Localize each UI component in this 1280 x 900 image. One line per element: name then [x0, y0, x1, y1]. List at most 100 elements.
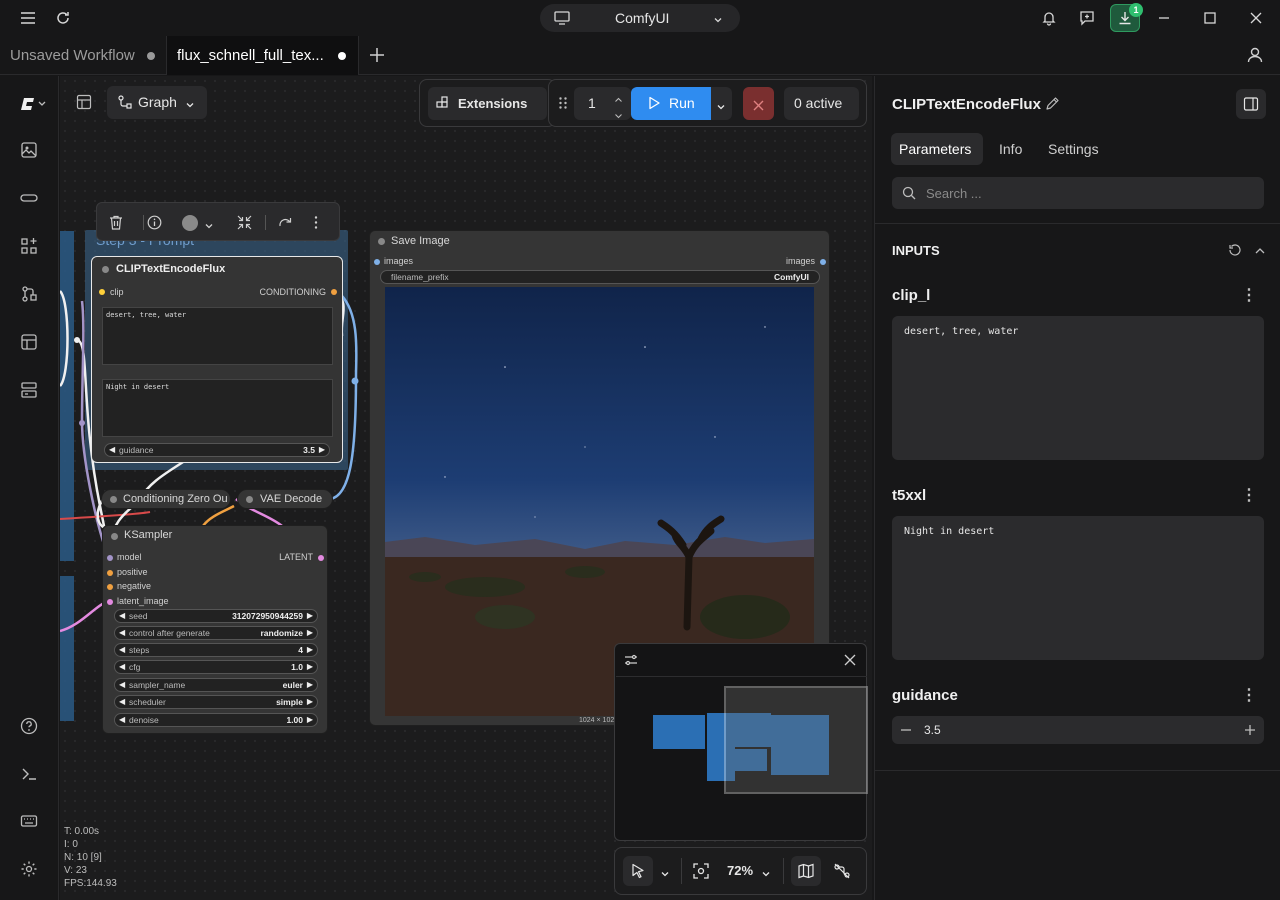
plus-icon[interactable]	[1244, 723, 1256, 741]
decrement-arrow-icon[interactable]: ◀	[119, 628, 125, 637]
latent-output-port[interactable]	[318, 555, 324, 561]
negative-input-port[interactable]	[107, 584, 113, 590]
models-icon[interactable]	[17, 186, 41, 210]
chevron-down-icon[interactable]	[761, 866, 771, 884]
maximize-icon[interactable]	[1198, 6, 1222, 30]
queue-icon[interactable]	[17, 378, 41, 402]
clip-l-textarea[interactable]: desert, tree, water	[102, 307, 333, 365]
increment-arrow-icon[interactable]: ▶	[307, 715, 313, 724]
minimap-panel[interactable]	[614, 643, 868, 841]
seed-widget[interactable]: ◀ seed 312072950944259 ▶	[114, 609, 318, 623]
settings-gear-icon[interactable]	[17, 857, 41, 881]
increment-arrow-icon[interactable]: ▶	[307, 611, 313, 620]
decrement-arrow-icon[interactable]: ◀	[109, 445, 115, 454]
user-icon[interactable]	[1245, 45, 1267, 67]
clip-l-textarea[interactable]: desert, tree, water	[892, 316, 1264, 460]
workflows-icon[interactable]	[17, 282, 41, 306]
tab-settings[interactable]: Settings	[1048, 141, 1099, 157]
toggle-panel-button[interactable]	[1236, 89, 1266, 119]
vae-decode-node[interactable]: VAE Decode	[237, 489, 333, 509]
decrement-arrow-icon[interactable]: ◀	[119, 611, 125, 620]
reset-icon[interactable]	[1228, 243, 1242, 262]
increment-arrow-icon[interactable]: ▶	[319, 445, 325, 454]
tab-info[interactable]: Info	[999, 141, 1022, 157]
images-input-port[interactable]	[374, 259, 380, 265]
minimap-settings-icon[interactable]	[624, 653, 638, 672]
node-library-icon[interactable]	[17, 234, 41, 258]
unsaved-dot	[147, 52, 155, 60]
clip-text-encode-flux-node[interactable]: CLIPTextEncodeFlux clip CONDITIONING des…	[91, 256, 343, 463]
conditioning-output-port[interactable]	[331, 289, 337, 295]
graph-canvas[interactable]: Graph Extensions 1 Run 0 active CLIPText…	[60, 76, 872, 900]
feedback-icon[interactable]	[1075, 6, 1099, 30]
model-input-port[interactable]	[107, 555, 113, 561]
chevron-up-icon[interactable]	[1254, 244, 1266, 262]
decrement-arrow-icon[interactable]: ◀	[119, 715, 125, 724]
increment-arrow-icon[interactable]: ▶	[307, 680, 313, 689]
chevron-down-icon[interactable]	[660, 866, 670, 884]
minimap-toggle-button[interactable]	[791, 856, 821, 886]
sampler-name-widget[interactable]: ◀ sampler_name euler ▶	[114, 678, 318, 692]
control-after-generate-widget[interactable]: ◀ control after generate randomize ▶	[114, 626, 318, 640]
decrement-arrow-icon[interactable]: ◀	[119, 645, 125, 654]
perf-stats: T: 0.00s I: 0 N: 10 [9] V: 23 FPS:144.93	[64, 825, 117, 890]
increment-arrow-icon[interactable]: ▶	[307, 645, 313, 654]
hamburger-menu-icon[interactable]	[16, 6, 40, 30]
minimize-icon[interactable]	[1152, 6, 1176, 30]
t5xxl-textarea[interactable]: Night in desert	[102, 379, 333, 437]
conditioning-zero-out-node[interactable]: Conditioning Zero Ou	[101, 489, 231, 509]
cfg-widget[interactable]: ◀ cfg 1.0 ▶	[114, 660, 318, 674]
comfy-logo-icon[interactable]	[17, 92, 47, 116]
positive-input-port[interactable]	[107, 570, 113, 576]
help-icon[interactable]	[17, 714, 41, 738]
search-input[interactable]: Search ...	[892, 177, 1264, 209]
decrement-arrow-icon[interactable]: ◀	[119, 662, 125, 671]
zoom-level[interactable]: 72%	[727, 863, 753, 878]
app-selector[interactable]: ComfyUI	[540, 4, 740, 32]
close-window-icon[interactable]	[1244, 6, 1268, 30]
clip-input-port[interactable]	[99, 289, 105, 295]
edit-pencil-icon[interactable]	[1045, 96, 1060, 116]
terminal-icon[interactable]	[17, 762, 41, 786]
section-title: INPUTS	[892, 243, 940, 258]
templates-icon[interactable]	[17, 330, 41, 354]
widget-label: guidance	[119, 445, 154, 455]
t5xxl-textarea[interactable]: Night in desert	[892, 516, 1264, 660]
select-tool-button[interactable]	[623, 856, 653, 886]
steps-widget[interactable]: ◀ steps 4 ▶	[114, 643, 318, 657]
new-tab-plus-icon[interactable]	[368, 46, 388, 66]
latent-image-input-port[interactable]	[107, 599, 113, 605]
download-button[interactable]: 1	[1110, 3, 1143, 32]
increment-arrow-icon[interactable]: ▶	[307, 628, 313, 637]
decrement-arrow-icon[interactable]: ◀	[119, 697, 125, 706]
reload-icon[interactable]	[51, 6, 75, 30]
images-output-port[interactable]	[820, 259, 826, 265]
widget-label: seed	[129, 611, 148, 621]
scheduler-widget[interactable]: ◀ scheduler simple ▶	[114, 695, 318, 709]
ksampler-node[interactable]: KSampler model LATENT positive negative …	[102, 525, 328, 734]
tab-parameters[interactable]: Parameters	[891, 133, 983, 165]
tab-flux-schnell[interactable]: flux_schnell_full_tex...	[167, 36, 359, 75]
increment-arrow-icon[interactable]: ▶	[307, 697, 313, 706]
minus-icon[interactable]	[900, 723, 912, 741]
t5xxl-label: t5xxl	[892, 487, 927, 504]
denoise-widget[interactable]: ◀ denoise 1.00 ▶	[114, 713, 318, 727]
images-icon[interactable]	[17, 138, 41, 162]
keyboard-icon[interactable]	[17, 809, 41, 833]
node-status-dot	[102, 266, 109, 273]
guidance-stepper[interactable]: 3.5	[892, 716, 1264, 744]
filename-prefix-widget[interactable]: filename_prefix ComfyUI	[380, 270, 820, 284]
t5xxl-more-icon[interactable]: ⋮	[1239, 485, 1259, 505]
bell-icon[interactable]	[1037, 6, 1061, 30]
clip-l-more-icon[interactable]: ⋮	[1239, 285, 1259, 305]
increment-arrow-icon[interactable]: ▶	[307, 662, 313, 671]
fit-view-icon[interactable]	[693, 863, 709, 884]
close-minimap-icon[interactable]	[844, 653, 856, 671]
decrement-arrow-icon[interactable]: ◀	[119, 680, 125, 689]
guidance-widget[interactable]: ◀ guidance 3.5 ▶	[104, 443, 330, 457]
guidance-more-icon[interactable]: ⋮	[1239, 685, 1259, 705]
hide-links-icon[interactable]	[834, 863, 850, 884]
map-icon	[798, 863, 814, 884]
properties-panel: CLIPTextEncodeFlux Parameters Info Setti…	[874, 76, 1280, 900]
tab-unsaved-workflow[interactable]: Unsaved Workflow	[0, 36, 167, 75]
